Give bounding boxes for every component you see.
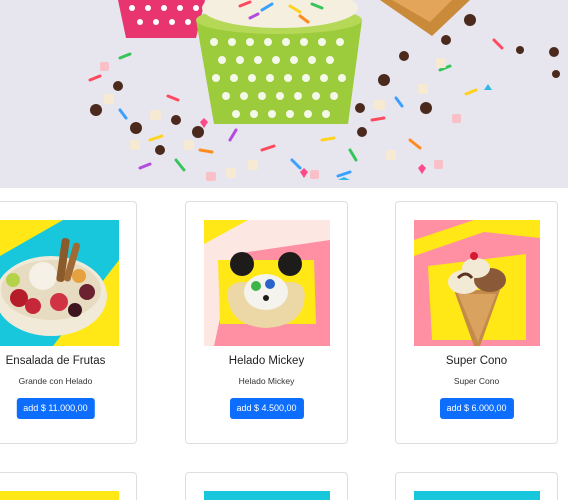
product-title: Ensalada de Frutas [5,355,106,367]
add-to-cart-button[interactable]: add $ 6.000,00 [439,398,514,419]
hero-banner [0,0,568,188]
product-image [0,491,119,500]
product-card-row2-1 [0,472,137,500]
product-subtitle: Helado Mickey [238,376,295,386]
hero-ice-cream-image [0,0,568,188]
product-image-ensalada-de-frutas [0,220,119,346]
product-title: Super Cono [445,355,508,367]
product-card-helado-mickey: Helado Mickey Helado Mickey add $ 4.500,… [185,201,348,444]
product-card-row2-3 [395,472,558,500]
product-title: Helado Mickey [228,355,305,367]
product-subtitle: Grande con Helado [18,376,93,386]
add-to-cart-button[interactable]: add $ 11.000,00 [16,398,95,419]
product-card-super-cono: Super Cono Super Cono add $ 6.000,00 [395,201,558,444]
product-image [204,491,330,500]
product-subtitle: Super Cono [453,376,500,386]
product-card-row2-2 [185,472,348,500]
product-card-ensalada-de-frutas: Ensalada de Frutas Grande con Helado add… [0,201,137,444]
add-to-cart-button[interactable]: add $ 4.500,00 [229,398,304,419]
product-image-super-cono [414,220,540,346]
product-image-helado-mickey [204,220,330,346]
product-image [414,491,540,500]
